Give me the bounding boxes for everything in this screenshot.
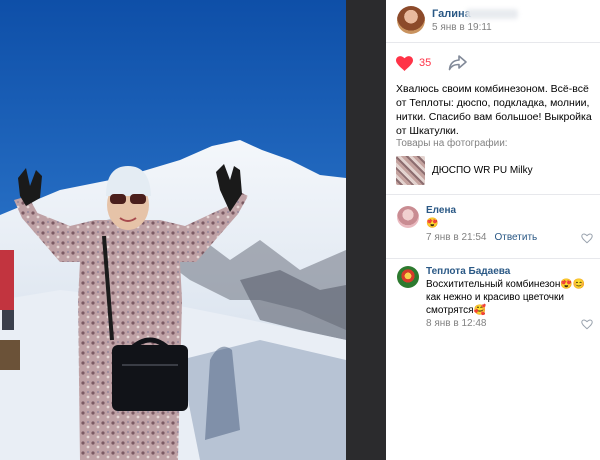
avatar[interactable]	[397, 6, 425, 34]
like-count: 35	[419, 57, 432, 69]
post-photo[interactable]	[0, 0, 346, 460]
comment-meta: 7 янв в 21:54 Ответить	[426, 232, 537, 243]
blurred-surname	[466, 9, 518, 19]
goods-thumbnail	[396, 155, 425, 185]
comment-date[interactable]: 7 янв в 21:54	[426, 232, 486, 243]
heart-outline-icon[interactable]	[581, 233, 593, 244]
post-date[interactable]: 5 янв в 19:11	[432, 22, 492, 33]
goods-title: Товары на фотографии:	[396, 138, 508, 149]
heart-icon	[396, 55, 413, 71]
comment-author[interactable]: Елена	[426, 205, 456, 216]
comment-author[interactable]: Теплота Бадаева	[426, 266, 510, 277]
divider	[386, 194, 600, 195]
comment-item: Елена 😍 7 янв в 21:54 Ответить	[386, 200, 600, 256]
goods-item[interactable]: ДЮСПО WR PU Milky	[396, 154, 592, 186]
divider	[386, 42, 600, 43]
comment-text: Восхитительный комбинезон😍😊 как нежно и …	[426, 279, 586, 316]
comment-date[interactable]: 8 янв в 12:48	[426, 318, 486, 329]
post-author: Галина 5 янв в 19:11	[386, 0, 600, 40]
post-actions: 35	[386, 50, 600, 76]
avatar[interactable]	[397, 266, 419, 288]
comment-item: Теплота Бадаева Восхитительный комбинезо…	[386, 262, 600, 338]
post-sidebar: Галина 5 янв в 19:11 35 Хвалюсь своим ко…	[386, 0, 600, 460]
author-name[interactable]: Галина	[432, 8, 471, 20]
photo-illustration	[0, 0, 346, 460]
goods-name: ДЮСПО WR PU Milky	[432, 164, 533, 176]
heart-outline-icon[interactable]	[581, 319, 593, 330]
reply-button[interactable]: Ответить	[494, 232, 537, 243]
post-text: Хвалюсь своим комбинезоном. Всё-всё от Т…	[396, 83, 592, 137]
share-icon	[448, 55, 467, 71]
viewer-gutter	[346, 0, 386, 460]
share-button[interactable]	[448, 54, 468, 72]
like-button[interactable]: 35	[396, 53, 431, 73]
comment-meta: 8 янв в 12:48	[426, 318, 486, 329]
comment-text: 😍	[426, 218, 439, 229]
divider	[386, 258, 600, 259]
avatar[interactable]	[397, 206, 419, 228]
